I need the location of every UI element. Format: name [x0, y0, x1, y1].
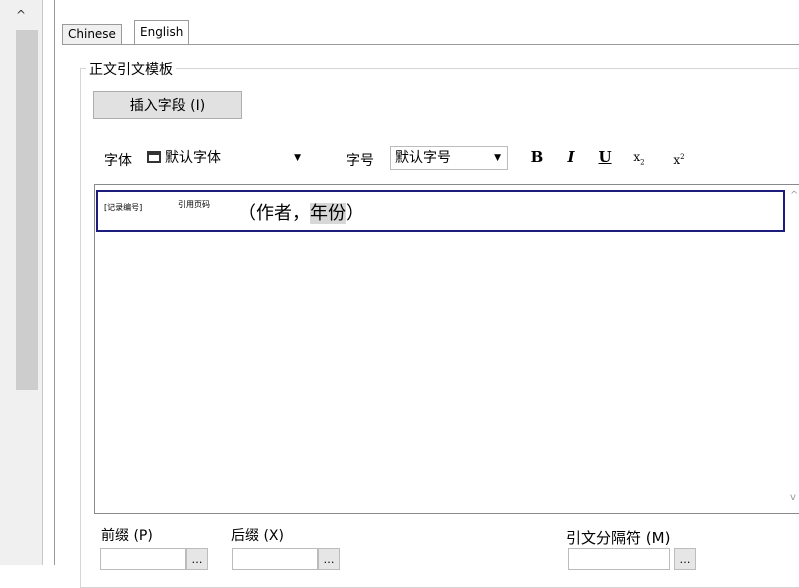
citation-separator-label: 引文分隔符 (M) [566, 529, 671, 547]
underline-button[interactable]: U [596, 146, 614, 168]
size-label: 字号 [346, 153, 374, 169]
subscript-mark: 2 [640, 158, 645, 167]
suffix-label: 后缀 (X) [231, 528, 284, 544]
template-editor[interactable] [94, 184, 799, 514]
bold-button[interactable]: B [528, 146, 546, 168]
font-label: 字体 [104, 153, 132, 169]
author-year-open: （作者， [238, 203, 310, 224]
suffix-options-button[interactable]: … [318, 548, 340, 570]
scroll-up-arrow-icon[interactable]: ^ [14, 8, 28, 22]
group-title: 正文引文模板 [86, 59, 176, 79]
author-year-close: ） [346, 203, 364, 224]
tab-english[interactable]: English [134, 20, 190, 45]
cited-pages-field[interactable]: 引用页码 [178, 199, 210, 210]
left-scrollbar[interactable]: ^ [0, 0, 43, 565]
italic-button[interactable]: I [562, 146, 580, 168]
suffix-input[interactable] [232, 548, 318, 570]
font-icon [147, 151, 161, 163]
separator-options-button[interactable]: … [674, 548, 696, 570]
separator-input[interactable] [568, 548, 670, 570]
chevron-down-icon: ▼ [294, 153, 301, 163]
divider [54, 0, 55, 565]
author-year-text[interactable]: （作者，年份） [238, 199, 364, 225]
year-field[interactable]: 年份 [310, 203, 346, 224]
prefix-options-button[interactable]: … [186, 548, 208, 570]
size-select[interactable]: 默认字号 ▼ [390, 146, 508, 170]
tab-chinese[interactable]: Chinese [62, 24, 122, 44]
template-line[interactable]: [记录编号] 引用页码 （作者，年份） [96, 190, 785, 232]
tab-panel-border [62, 44, 799, 45]
editor-scroll-up-icon[interactable]: ^ [790, 190, 798, 201]
superscript-button[interactable]: x2 [668, 146, 690, 168]
superscript-mark: 2 [680, 153, 685, 161]
editor-scroll-down-icon[interactable]: v [790, 492, 796, 503]
size-select-value: 默认字号 [395, 150, 451, 166]
font-select-value: 默认字体 [165, 150, 221, 166]
subscript-button[interactable]: x2 [628, 146, 650, 168]
scroll-thumb[interactable] [16, 30, 38, 390]
font-select[interactable]: 默认字体 ▼ [144, 146, 308, 170]
chevron-down-icon: ▼ [494, 153, 501, 163]
record-number-field[interactable]: [记录编号] [104, 202, 142, 213]
insert-field-button[interactable]: 插入字段 (I) [93, 91, 242, 119]
prefix-input[interactable] [100, 548, 186, 570]
prefix-label: 前缀 (P) [101, 528, 153, 544]
